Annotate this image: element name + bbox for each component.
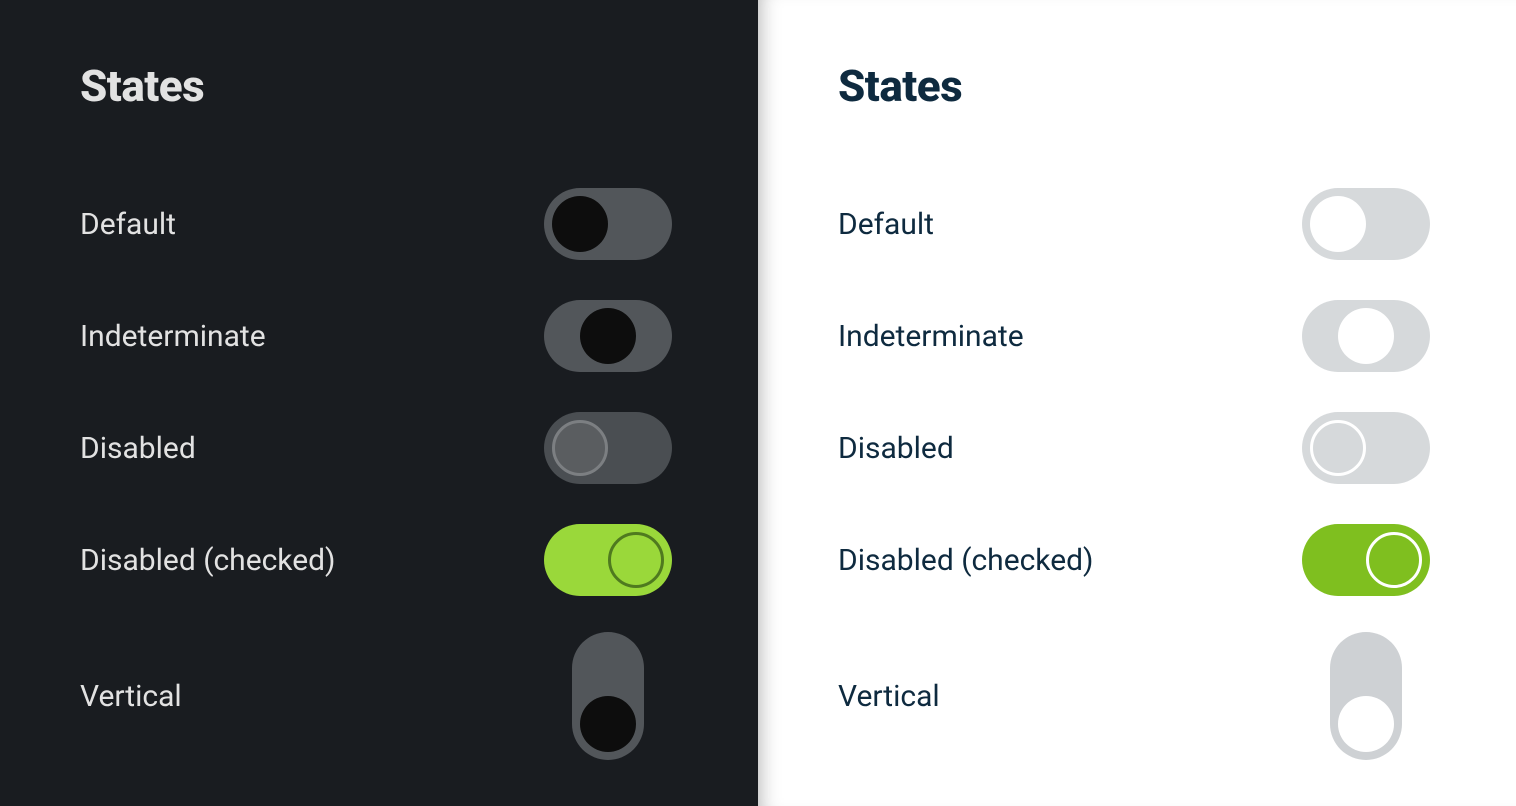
toggle-cell — [1296, 524, 1436, 596]
toggle-default-dark[interactable] — [544, 188, 672, 260]
toggle-disabled-light — [1302, 412, 1430, 484]
toggle-thumb — [1310, 420, 1366, 476]
heading-light: States — [838, 60, 1436, 112]
toggle-thumb — [552, 420, 608, 476]
toggle-thumb — [580, 308, 636, 364]
label-indeterminate-dark: Indeterminate — [80, 319, 266, 354]
toggle-thumb — [580, 696, 636, 752]
row-disabled-dark: Disabled — [80, 392, 678, 504]
toggle-thumb — [1366, 532, 1422, 588]
toggle-disabled-checked-light — [1302, 524, 1430, 596]
toggle-thumb — [608, 532, 664, 588]
toggle-indeterminate-dark[interactable] — [544, 300, 672, 372]
label-disabled-checked-light: Disabled (checked) — [838, 543, 1093, 578]
label-indeterminate-light: Indeterminate — [838, 319, 1024, 354]
toggle-cell — [538, 632, 678, 760]
toggle-default-light[interactable] — [1302, 188, 1430, 260]
toggle-disabled-dark — [544, 412, 672, 484]
row-default-dark: Default — [80, 168, 678, 280]
row-vertical-dark: Vertical — [80, 616, 678, 776]
toggle-vertical-light[interactable] — [1330, 632, 1402, 760]
label-disabled-dark: Disabled — [80, 431, 196, 466]
heading-dark: States — [80, 60, 678, 112]
row-disabled-checked-light: Disabled (checked) — [838, 504, 1436, 616]
toggle-cell — [1296, 300, 1436, 372]
row-disabled-checked-dark: Disabled (checked) — [80, 504, 678, 616]
label-disabled-light: Disabled — [838, 431, 954, 466]
toggle-cell — [538, 188, 678, 260]
toggle-cell — [538, 524, 678, 596]
row-indeterminate-dark: Indeterminate — [80, 280, 678, 392]
toggle-cell — [538, 412, 678, 484]
label-default-light: Default — [838, 207, 934, 242]
label-default-dark: Default — [80, 207, 176, 242]
panel-light: States Default Indeterminate Disabled Di… — [758, 0, 1516, 806]
row-disabled-light: Disabled — [838, 392, 1436, 504]
toggle-cell — [1296, 188, 1436, 260]
toggle-indeterminate-light[interactable] — [1302, 300, 1430, 372]
label-disabled-checked-dark: Disabled (checked) — [80, 543, 335, 578]
row-indeterminate-light: Indeterminate — [838, 280, 1436, 392]
toggle-vertical-dark[interactable] — [572, 632, 644, 760]
toggle-disabled-checked-dark — [544, 524, 672, 596]
label-vertical-light: Vertical — [838, 679, 940, 714]
toggle-cell — [538, 300, 678, 372]
row-default-light: Default — [838, 168, 1436, 280]
panel-dark: States Default Indeterminate Disabled Di… — [0, 0, 758, 806]
toggle-thumb — [1338, 308, 1394, 364]
toggle-thumb — [1310, 196, 1366, 252]
toggle-cell — [1296, 412, 1436, 484]
toggle-thumb — [552, 196, 608, 252]
label-vertical-dark: Vertical — [80, 679, 182, 714]
toggle-thumb — [1338, 696, 1394, 752]
row-vertical-light: Vertical — [838, 616, 1436, 776]
toggle-cell — [1296, 632, 1436, 760]
